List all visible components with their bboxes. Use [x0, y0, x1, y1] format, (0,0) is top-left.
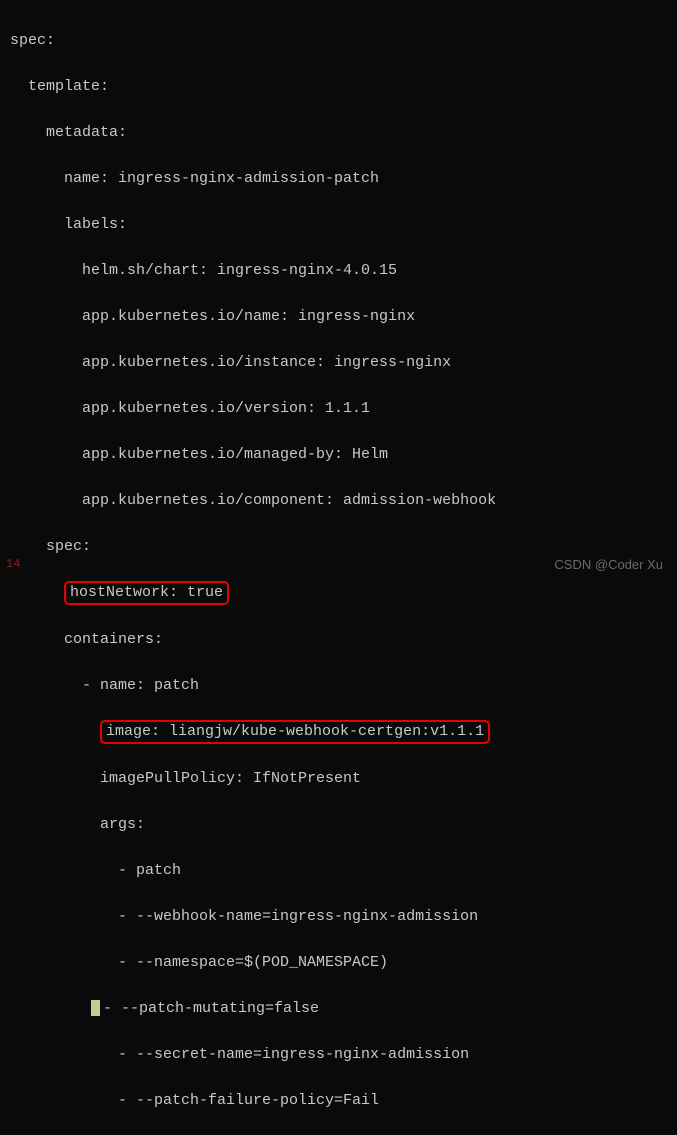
code-line: helm.sh/chart: ingress-nginx-4.0.15	[10, 259, 667, 282]
highlight-hostnetwork: hostNetwork: true	[64, 581, 229, 605]
code-line: app.kubernetes.io/component: admission-w…	[10, 489, 667, 512]
cursor-icon	[91, 1000, 100, 1016]
line-number-indicator: 14	[6, 553, 20, 576]
code-line: - patch	[10, 859, 667, 882]
code-line: - --namespace=$(POD_NAMESPACE)	[10, 951, 667, 974]
code-line: name: ingress-nginx-admission-patch	[10, 167, 667, 190]
code-line: app.kubernetes.io/version: 1.1.1	[10, 397, 667, 420]
code-line: - --patch-mutating=false	[10, 997, 667, 1020]
indent	[10, 584, 64, 601]
code-line: app.kubernetes.io/managed-by: Helm	[10, 443, 667, 466]
highlight-image: image: liangjw/kube-webhook-certgen:v1.1…	[100, 720, 490, 744]
code-line: args:	[10, 813, 667, 836]
code-line: template:	[10, 75, 667, 98]
indent	[10, 723, 100, 740]
indent	[10, 1000, 91, 1017]
code-text: - --patch-mutating=false	[103, 1000, 319, 1017]
code-line: spec:	[10, 29, 667, 52]
code-line: app.kubernetes.io/instance: ingress-ngin…	[10, 351, 667, 374]
code-line: metadata:	[10, 121, 667, 144]
code-line: containers:	[10, 628, 667, 651]
code-line: - --patch-failure-policy=Fail	[10, 1089, 667, 1112]
code-line: hostNetwork: true	[10, 581, 667, 605]
watermark-text: CSDN @Coder Xu	[554, 553, 663, 576]
code-line: - name: patch	[10, 674, 667, 697]
code-line: app.kubernetes.io/name: ingress-nginx	[10, 305, 667, 328]
code-line: imagePullPolicy: IfNotPresent	[10, 767, 667, 790]
code-line: - --webhook-name=ingress-nginx-admission	[10, 905, 667, 928]
code-line: - --secret-name=ingress-nginx-admission	[10, 1043, 667, 1066]
code-line: labels:	[10, 213, 667, 236]
code-line: image: liangjw/kube-webhook-certgen:v1.1…	[10, 720, 667, 744]
